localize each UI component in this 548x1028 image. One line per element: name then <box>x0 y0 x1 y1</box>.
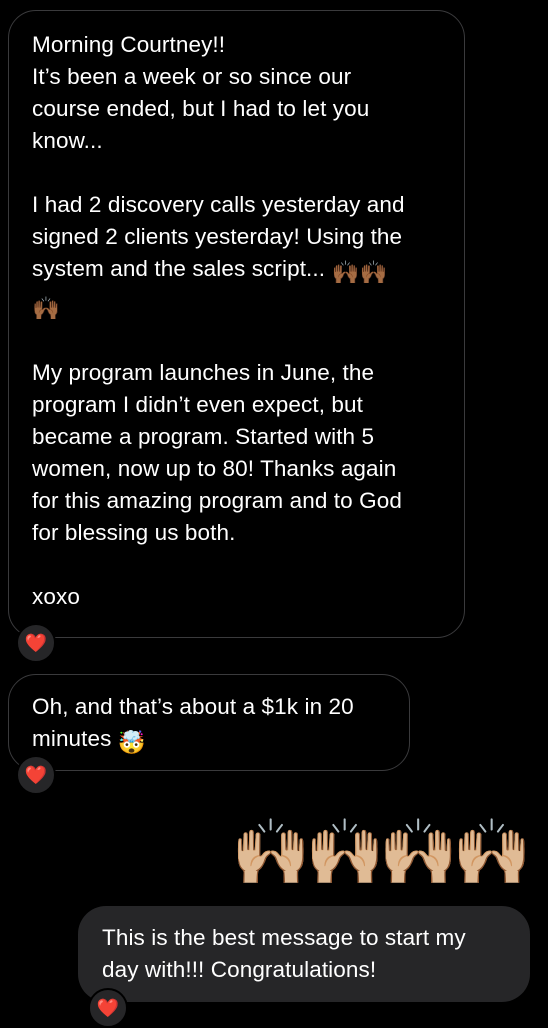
raised-hands-emoji: 🙌🏾🙌🏾 <box>331 260 388 285</box>
emoji-only-message-sent[interactable]: 🙌🏼🙌🏼🙌🏼🙌🏼 <box>231 820 532 884</box>
message-line: My program launches in June, the <box>32 360 375 385</box>
message-bubble-sent[interactable]: This is the best message to start my day… <box>78 906 530 1002</box>
message-line: I had 2 discovery calls yesterday and <box>32 192 405 217</box>
message-line: It’s been a week or so since our <box>32 64 352 89</box>
message-line <box>32 549 444 581</box>
message-line: course ended, but I had to let you <box>32 96 370 121</box>
message-line: Oh, and that’s about a $1k in 20 <box>32 694 354 719</box>
message-line: day with!!! Congratulations! <box>102 957 377 982</box>
message-line: know... <box>32 128 103 153</box>
message-line: program I didn’t even expect, but <box>32 392 363 417</box>
message-line-emoji: 🙌🏾 <box>32 289 444 325</box>
message-line: for blessing us both. <box>32 520 236 545</box>
message-line: became a program. Started with 5 <box>32 424 375 449</box>
message-line: Morning Courtney!! <box>32 32 226 57</box>
heart-reaction-icon[interactable]: ❤️ <box>16 623 56 663</box>
raised-hands-emoji: 🙌🏾 <box>32 296 61 321</box>
message-line: for this amazing program and to God <box>32 488 402 513</box>
message-line: women, now up to 80! Thanks again <box>32 456 397 481</box>
message-line: system and the sales script... <box>32 256 326 281</box>
message-line: signed 2 clients yesterday! Using the <box>32 224 403 249</box>
message-bubble-received-2[interactable]: Oh, and that’s about a $1k in 20 minutes… <box>8 674 410 771</box>
message-line: xoxo <box>32 584 80 609</box>
heart-reaction-icon[interactable]: ❤️ <box>16 755 56 795</box>
message-line <box>32 325 444 357</box>
message-line: This is the best message to start my <box>102 925 466 950</box>
message-line-with-emoji: system and the sales script... 🙌🏾🙌🏾 <box>32 253 444 289</box>
heart-reaction-icon[interactable]: ❤️ <box>88 988 128 1028</box>
message-bubble-received-1[interactable]: Morning Courtney!! It’s been a week or s… <box>8 10 465 638</box>
heart-icon: ❤️ <box>24 765 48 785</box>
message-line <box>32 157 444 189</box>
message-line: minutes <box>32 726 112 751</box>
heart-icon: ❤️ <box>96 998 120 1018</box>
exploding-head-emoji: 🤯 <box>117 730 146 755</box>
heart-icon: ❤️ <box>24 633 48 653</box>
message-line-with-emoji: minutes 🤯 <box>32 723 389 759</box>
